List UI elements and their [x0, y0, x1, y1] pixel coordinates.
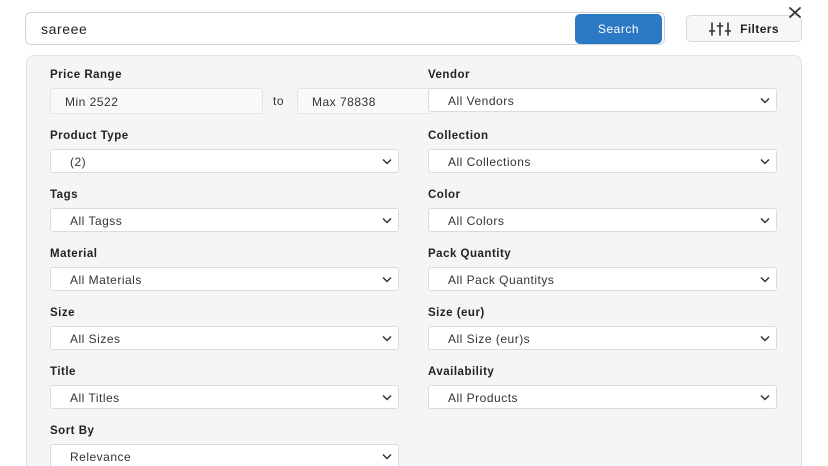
filter-panel: Price Range Min 2522 to Max 78838 Vendor… — [26, 55, 802, 466]
chevron-down-icon — [382, 276, 392, 283]
close-icon[interactable] — [787, 4, 803, 20]
availability-label: Availability — [428, 366, 495, 378]
sort-by-label: Sort By — [50, 425, 95, 437]
price-range-separator: to — [273, 94, 285, 108]
availability-select[interactable]: All Products — [428, 385, 777, 409]
size-label: Size — [50, 307, 76, 319]
product-type-select[interactable]: (2) — [50, 149, 399, 173]
price-range-label: Price Range — [50, 69, 122, 81]
collection-label: Collection — [428, 130, 489, 142]
search-box[interactable]: sareee Search — [25, 12, 665, 45]
chevron-down-icon — [760, 158, 770, 165]
price-min-input[interactable]: Min 2522 — [50, 88, 263, 114]
chevron-down-icon — [760, 97, 770, 104]
chevron-down-icon — [760, 217, 770, 224]
filters-button-label: Filters — [740, 21, 779, 36]
chevron-down-icon — [382, 158, 392, 165]
tags-select[interactable]: All Tagss — [50, 208, 399, 232]
chevron-down-icon — [760, 394, 770, 401]
vendor-select[interactable]: All Vendors — [428, 88, 777, 112]
tags-label: Tags — [50, 189, 78, 201]
material-label: Material — [50, 248, 98, 260]
color-label: Color — [428, 189, 461, 201]
chevron-down-icon — [382, 335, 392, 342]
color-select[interactable]: All Colors — [428, 208, 777, 232]
vendor-label: Vendor — [428, 69, 470, 81]
chevron-down-icon — [760, 276, 770, 283]
pack-quantity-select[interactable]: All Pack Quantitys — [428, 267, 777, 291]
product-type-label: Product Type — [50, 130, 129, 142]
title-select[interactable]: All Titles — [50, 385, 399, 409]
filters-button[interactable]: Filters — [686, 15, 802, 42]
price-max-input[interactable]: Max 78838 — [297, 88, 432, 114]
chevron-down-icon — [382, 453, 392, 460]
chevron-down-icon — [382, 217, 392, 224]
chevron-down-icon — [382, 394, 392, 401]
size-eur-label: Size (eur) — [428, 307, 485, 319]
title-label: Title — [50, 366, 76, 378]
sort-by-select[interactable]: Relevance — [50, 444, 399, 466]
size-select[interactable]: All Sizes — [50, 326, 399, 350]
chevron-down-icon — [760, 335, 770, 342]
search-button[interactable]: Search — [575, 14, 662, 44]
material-select[interactable]: All Materials — [50, 267, 399, 291]
size-eur-select[interactable]: All Size (eur)s — [428, 326, 777, 350]
pack-quantity-label: Pack Quantity — [428, 248, 512, 260]
sliders-icon — [709, 21, 732, 36]
search-input[interactable]: sareee — [41, 21, 87, 37]
collection-select[interactable]: All Collections — [428, 149, 777, 173]
